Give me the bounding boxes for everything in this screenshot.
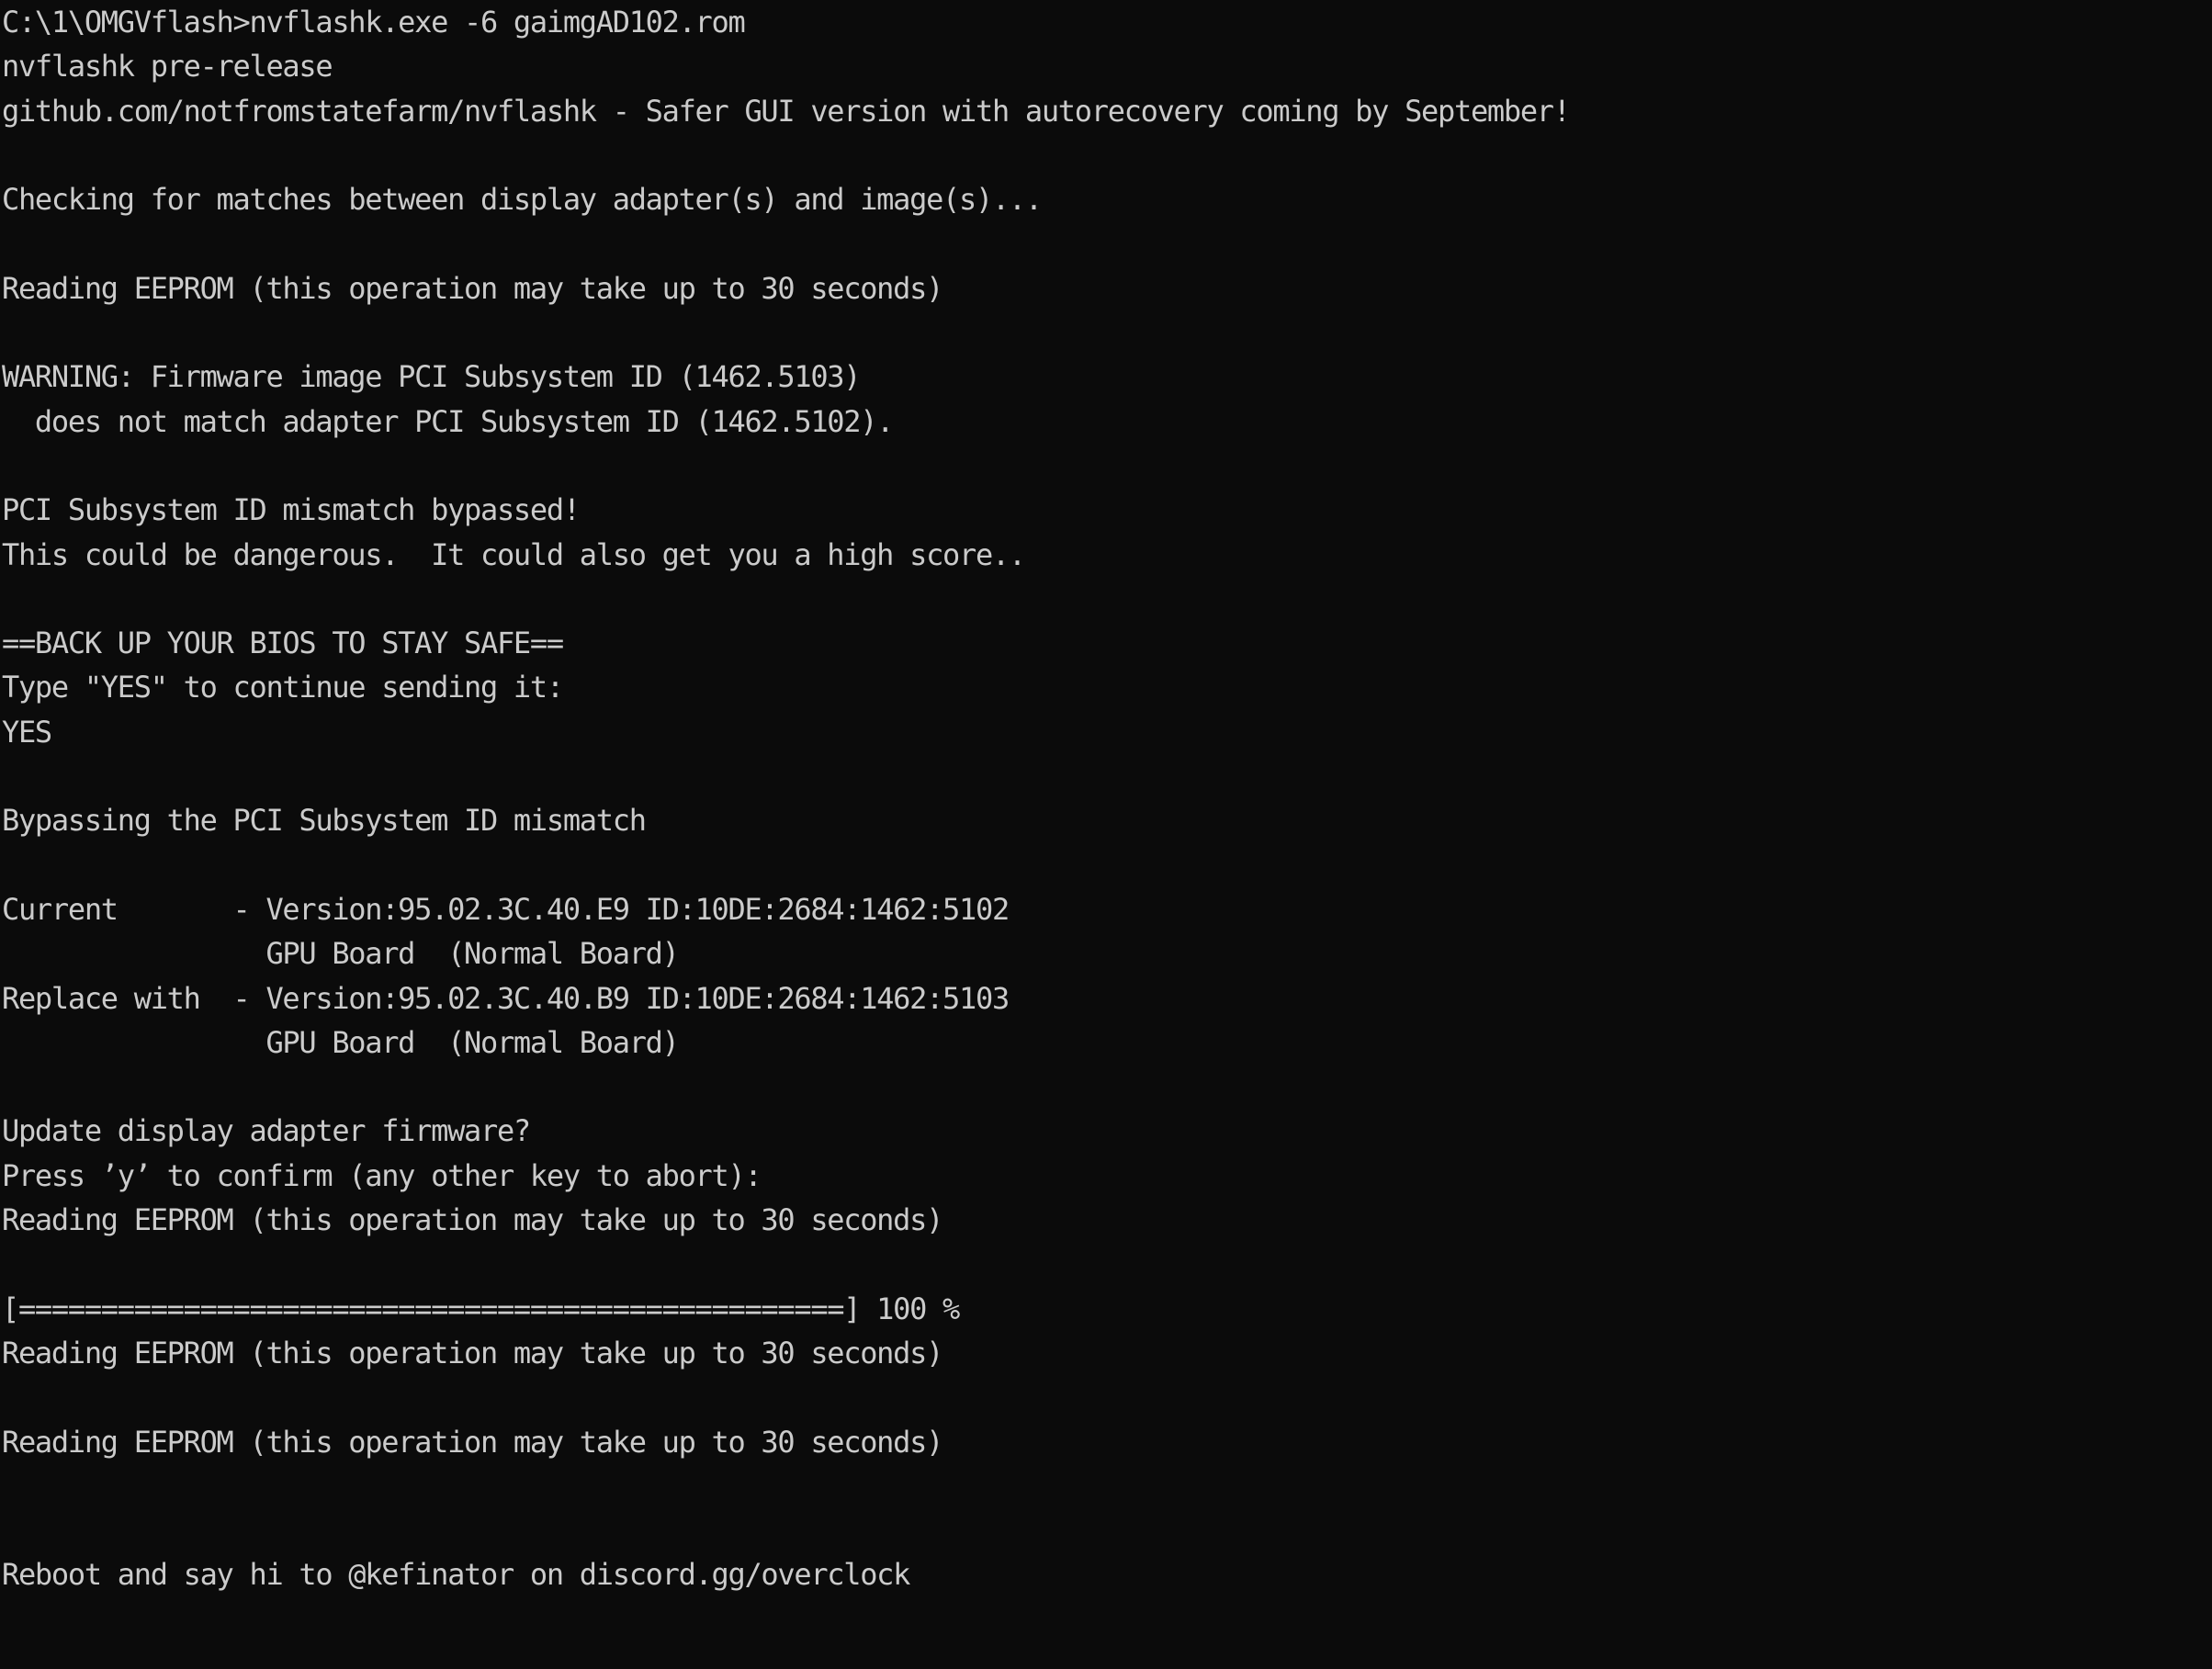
console-line: This could be dangerous. It could also g… bbox=[2, 536, 1026, 572]
console-line: Reading EEPROM (this operation may take … bbox=[2, 1202, 943, 1238]
console-line: Reboot and say hi to @kefinator on disco… bbox=[2, 1557, 910, 1593]
console-line: GPU Board (Normal Board) bbox=[2, 1024, 679, 1060]
console-line: does not match adapter PCI Subsystem ID … bbox=[2, 403, 895, 439]
console-line: GPU Board (Normal Board) bbox=[2, 936, 679, 972]
console-line: PCI Subsystem ID mismatch bypassed! bbox=[2, 492, 581, 528]
console-line: Replace with - Version:95.02.3C.40.B9 ID… bbox=[2, 980, 1010, 1016]
console-line: github.com/notfromstatefarm/nvflashk - S… bbox=[2, 93, 1571, 129]
console-line: Press ’y’ to confirm (any other key to a… bbox=[2, 1157, 762, 1193]
console-line: Current - Version:95.02.3C.40.E9 ID:10DE… bbox=[2, 891, 1010, 927]
console-line: WARNING: Firmware image PCI Subsystem ID… bbox=[2, 359, 862, 395]
console-line: Reading EEPROM (this operation may take … bbox=[2, 1335, 943, 1370]
console-line: C:\1\OMGVflash>nvflashk.exe -6 gaimgAD10… bbox=[2, 5, 746, 39]
console-line: Type "YES" to continue sending it: bbox=[2, 670, 564, 705]
console-line: YES bbox=[2, 714, 52, 750]
terminal-console-output[interactable]: C:\1\OMGVflash>nvflashk.exe -6 gaimgAD10… bbox=[0, 0, 2212, 1669]
console-line: [=======================================… bbox=[2, 1291, 960, 1326]
console-line: Update display adapter firmware? bbox=[2, 1113, 531, 1149]
console-line: Reading EEPROM (this operation may take … bbox=[2, 270, 943, 306]
console-line: ==BACK UP YOUR BIOS TO STAY SAFE== bbox=[2, 626, 564, 661]
console-line: nvflashk pre-release bbox=[2, 49, 333, 85]
console-line: Bypassing the PCI Subsystem ID mismatch bbox=[2, 803, 647, 839]
console-line: Checking for matches between display ada… bbox=[2, 182, 1043, 218]
console-line: Reading EEPROM (this operation may take … bbox=[2, 1424, 943, 1460]
